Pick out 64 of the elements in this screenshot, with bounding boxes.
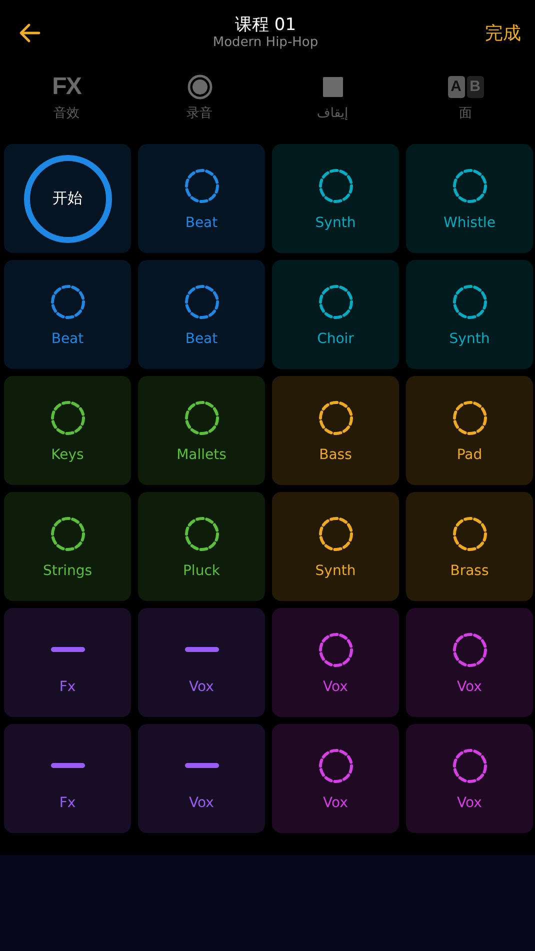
dashed-circle-icon <box>184 400 220 436</box>
effects-button[interactable]: FX 音效 <box>0 74 133 144</box>
back-arrow-icon <box>18 21 42 45</box>
sound-pad[interactable]: Vox <box>406 608 533 717</box>
dashed-circle-icon <box>50 400 86 436</box>
sound-pad[interactable]: Fx <box>4 724 131 833</box>
dash-icon <box>50 763 84 768</box>
sound-pad[interactable]: Vox <box>138 724 265 833</box>
tool-label: 面 <box>459 105 472 123</box>
tool-label: 录音 <box>186 105 212 123</box>
dashed-circle-icon <box>318 632 354 668</box>
sound-pad[interactable]: Vox <box>406 724 533 833</box>
side-button[interactable]: A B 面 <box>399 74 532 144</box>
record-button[interactable]: 录音 <box>133 74 266 144</box>
sound-pad[interactable]: Vox <box>272 724 399 833</box>
dash-icon <box>184 763 218 768</box>
sound-pad[interactable]: Brass <box>406 492 533 601</box>
sound-pad[interactable]: Synth <box>272 492 399 601</box>
sound-pad[interactable]: Beat <box>138 144 265 253</box>
sound-pad[interactable]: Whistle <box>406 144 533 253</box>
record-icon <box>186 74 212 100</box>
dashed-circle-icon <box>318 400 354 436</box>
sound-pad[interactable]: Synth <box>406 260 533 369</box>
sound-pad[interactable]: Strings <box>4 492 131 601</box>
dashed-circle-icon <box>318 748 354 784</box>
side-b-icon: B <box>466 76 484 98</box>
stop-icon <box>322 77 342 97</box>
dashed-circle-icon <box>184 284 220 320</box>
dash-icon <box>184 647 218 652</box>
lesson-title: 课程 01 <box>234 15 298 36</box>
sound-pad[interactable]: Bass <box>272 376 399 485</box>
dashed-circle-icon <box>452 748 488 784</box>
sound-pad[interactable]: Vox <box>272 608 399 717</box>
dashed-circle-icon <box>318 284 354 320</box>
stop-button[interactable]: إيقاف <box>266 74 399 144</box>
sound-pad[interactable]: Choir <box>272 260 399 369</box>
dash-icon <box>50 647 84 652</box>
dashed-circle-icon <box>452 168 488 204</box>
dashed-circle-icon <box>184 168 220 204</box>
dashed-circle-icon <box>452 284 488 320</box>
dashed-circle-icon <box>50 516 86 552</box>
dashed-circle-icon <box>318 516 354 552</box>
sound-pad[interactable]: Pluck <box>138 492 265 601</box>
sound-pad[interactable]: Vox <box>138 608 265 717</box>
sound-pad[interactable]: Synth <box>272 144 399 253</box>
tool-label: 音效 <box>54 105 80 123</box>
sound-pad[interactable]: 开始 <box>4 144 131 253</box>
dashed-circle-icon <box>452 400 488 436</box>
sound-pad[interactable]: Mallets <box>138 376 265 485</box>
lesson-subtitle: Modern Hip-Hop <box>212 35 318 51</box>
dashed-circle-icon <box>452 632 488 668</box>
sound-pad[interactable]: Beat <box>4 260 131 369</box>
tool-label: إيقاف <box>316 105 348 123</box>
dashed-circle-icon <box>318 168 354 204</box>
sound-pad[interactable]: Pad <box>406 376 533 485</box>
sound-pad[interactable]: Beat <box>138 260 265 369</box>
side-a-icon: A <box>448 76 464 98</box>
dashed-circle-icon <box>184 516 220 552</box>
dashed-circle-icon <box>50 284 86 320</box>
dashed-circle-icon <box>452 516 488 552</box>
sound-pad[interactable]: Keys <box>4 376 131 485</box>
sound-pad[interactable]: Fx <box>4 608 131 717</box>
done-button[interactable]: 完成 <box>485 20 521 46</box>
fx-icon: FX <box>52 75 81 99</box>
